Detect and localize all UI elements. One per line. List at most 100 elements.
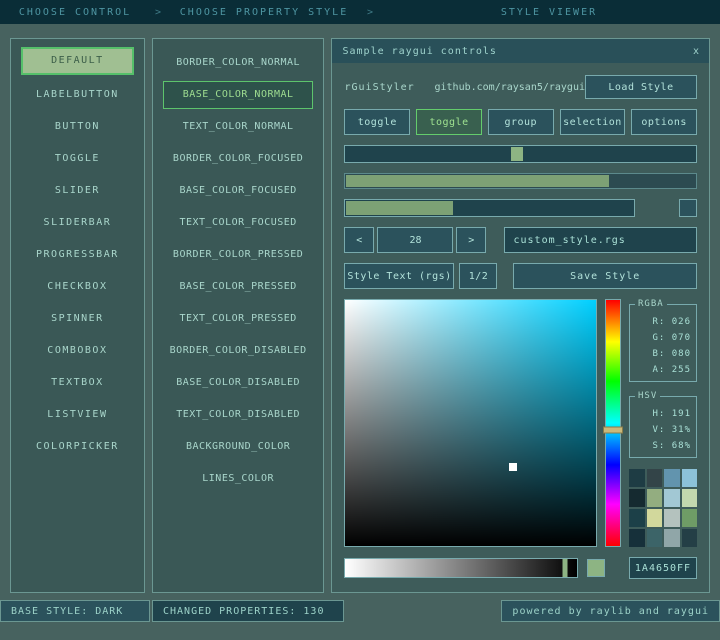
- spinner-increment-button[interactable]: >: [456, 227, 486, 253]
- palette-swatch[interactable]: [682, 489, 698, 507]
- control-item-colorpicker[interactable]: COLORPICKER: [11, 431, 144, 463]
- close-icon[interactable]: x: [693, 46, 700, 57]
- palette-swatch[interactable]: [647, 509, 663, 527]
- header-row: rGuiStyler github.com/raysan5/raygui Loa…: [344, 75, 697, 99]
- control-item-sliderbar[interactable]: SLIDERBAR: [11, 207, 144, 239]
- window-body: rGuiStyler github.com/raysan5/raygui Loa…: [332, 63, 709, 592]
- hue-slider[interactable]: [605, 299, 621, 547]
- property-item[interactable]: BASE_COLOR_DISABLED: [153, 367, 324, 399]
- control-item-slider[interactable]: SLIDER: [11, 175, 144, 207]
- powered-by-status: powered by raylib and raygui: [501, 600, 720, 622]
- window-title-bar: Sample raygui controls x: [332, 39, 709, 63]
- palette-swatch[interactable]: [629, 489, 645, 507]
- property-item[interactable]: BASE_COLOR_FOCUSED: [153, 175, 324, 207]
- style-text-button[interactable]: Style Text (rgs): [344, 263, 454, 289]
- rgba-g-value: G: 070: [635, 330, 691, 346]
- value-slider-handle[interactable]: [563, 559, 568, 577]
- property-item[interactable]: TEXT_COLOR_DISABLED: [153, 399, 324, 431]
- black-gradient-layer: [345, 300, 596, 546]
- property-item[interactable]: TEXT_COLOR_FOCUSED: [153, 207, 324, 239]
- save-style-button[interactable]: Save Style: [513, 263, 697, 289]
- property-item[interactable]: BORDER_COLOR_DISABLED: [153, 335, 324, 367]
- hsv-group: HSV H: 191 V: 31% S: 68%: [629, 396, 697, 458]
- nav-choose-control: CHOOSE CONTROL: [0, 7, 150, 18]
- toggle-button-active[interactable]: toggle: [416, 109, 482, 135]
- base-style-status: BASE STYLE: DARK: [0, 600, 150, 622]
- slider-handle[interactable]: [511, 147, 523, 161]
- style-viewer-window: Sample raygui controls x rGuiStyler gith…: [331, 38, 710, 593]
- hex-color-input[interactable]: [629, 557, 697, 579]
- palette-swatch[interactable]: [664, 489, 680, 507]
- control-item-toggle[interactable]: TOGGLE: [11, 143, 144, 175]
- spinner-value: 28: [377, 227, 453, 253]
- palette-swatch[interactable]: [629, 509, 645, 527]
- palette-swatch[interactable]: [647, 469, 663, 487]
- hsv-group-label: HSV: [635, 391, 660, 401]
- properties-list-panel: BORDER_COLOR_NORMAL BASE_COLOR_NORMAL TE…: [152, 38, 325, 593]
- hue-slider-handle[interactable]: [603, 427, 623, 434]
- spinner-row: < 28 >: [344, 227, 697, 253]
- top-bar: CHOOSE CONTROL > CHOOSE PROPERTY STYLE >…: [0, 0, 720, 24]
- property-item[interactable]: BORDER_COLOR_PRESSED: [153, 239, 324, 271]
- hsv-s-value: S: 68%: [635, 438, 691, 454]
- grayscale-value-slider[interactable]: [344, 558, 578, 578]
- progressbar-fill: [346, 175, 609, 187]
- control-item-spinner[interactable]: SPINNER: [11, 303, 144, 335]
- control-item-combobox[interactable]: COMBOBOX: [11, 335, 144, 367]
- rgba-a-value: A: 255: [635, 362, 691, 378]
- property-item[interactable]: TEXT_COLOR_PRESSED: [153, 303, 324, 335]
- slider-row: [344, 145, 697, 163]
- palette-swatch[interactable]: [647, 489, 663, 507]
- rgba-b-value: B: 080: [635, 346, 691, 362]
- filename-input[interactable]: [504, 227, 697, 253]
- repo-link[interactable]: github.com/raysan5/raygui: [434, 82, 585, 93]
- toggle-button[interactable]: toggle: [344, 109, 410, 135]
- control-item-default[interactable]: DEFAULT: [21, 47, 134, 75]
- hsv-h-value: H: 191: [635, 406, 691, 422]
- property-item[interactable]: BORDER_COLOR_FOCUSED: [153, 143, 324, 175]
- palette-swatch[interactable]: [664, 529, 680, 547]
- toggle-button[interactable]: options: [631, 109, 697, 135]
- property-item[interactable]: BACKGROUND_COLOR: [153, 431, 324, 463]
- control-item-progressbar[interactable]: PROGRESSBAR: [11, 239, 144, 271]
- control-item-labelbutton[interactable]: LABELBUTTON: [11, 79, 144, 111]
- toggle-button[interactable]: selection: [560, 109, 626, 135]
- color-picker-area: RGBA R: 026 G: 070 B: 080 A: 255 HSV H: …: [344, 299, 697, 547]
- rgba-r-value: R: 026: [635, 314, 691, 330]
- property-item[interactable]: BASE_COLOR_PRESSED: [153, 271, 324, 303]
- toggle-group: toggle toggle group selection options: [344, 109, 697, 135]
- picked-color-box[interactable]: [587, 559, 605, 577]
- property-item-selected[interactable]: BASE_COLOR_NORMAL: [163, 81, 314, 109]
- property-item[interactable]: BORDER_COLOR_NORMAL: [153, 47, 324, 79]
- nav-choose-property-style: CHOOSE PROPERTY STYLE: [166, 7, 362, 18]
- control-item-listview[interactable]: LISTVIEW: [11, 399, 144, 431]
- control-item-checkbox[interactable]: CHECKBOX: [11, 271, 144, 303]
- sample-slider[interactable]: [344, 145, 697, 163]
- property-item[interactable]: TEXT_COLOR_NORMAL: [153, 111, 324, 143]
- status-bar: BASE STYLE: DARK CHANGED PROPERTIES: 130…: [0, 600, 720, 622]
- controls-list-panel: DEFAULT LABELBUTTON BUTTON TOGGLE SLIDER…: [10, 38, 145, 593]
- sample-checkbox[interactable]: [679, 199, 697, 217]
- palette-swatch[interactable]: [664, 469, 680, 487]
- palette-swatch[interactable]: [682, 509, 698, 527]
- spinner-decrement-button[interactable]: <: [344, 227, 374, 253]
- color-cursor[interactable]: [509, 463, 517, 471]
- control-item-button[interactable]: BUTTON: [11, 111, 144, 143]
- palette-swatch[interactable]: [682, 529, 698, 547]
- page-indicator-button[interactable]: 1/2: [459, 263, 497, 289]
- sliderbar-row: [344, 199, 697, 217]
- palette-swatch[interactable]: [664, 509, 680, 527]
- control-item-textbox[interactable]: TEXTBOX: [11, 367, 144, 399]
- palette-swatch[interactable]: [682, 469, 698, 487]
- palette-swatch[interactable]: [629, 529, 645, 547]
- palette-swatch[interactable]: [647, 529, 663, 547]
- property-item[interactable]: LINES_COLOR: [153, 463, 324, 495]
- load-style-button[interactable]: Load Style: [585, 75, 697, 99]
- toggle-button[interactable]: group: [488, 109, 554, 135]
- palette-swatch[interactable]: [629, 469, 645, 487]
- style-color-palette: [629, 469, 697, 547]
- saturation-value-panel[interactable]: [344, 299, 597, 547]
- sample-sliderbar[interactable]: [344, 199, 635, 217]
- save-row: Style Text (rgs) 1/2 Save Style: [344, 263, 697, 289]
- rguistyler-app: CHOOSE CONTROL > CHOOSE PROPERTY STYLE >…: [0, 0, 720, 622]
